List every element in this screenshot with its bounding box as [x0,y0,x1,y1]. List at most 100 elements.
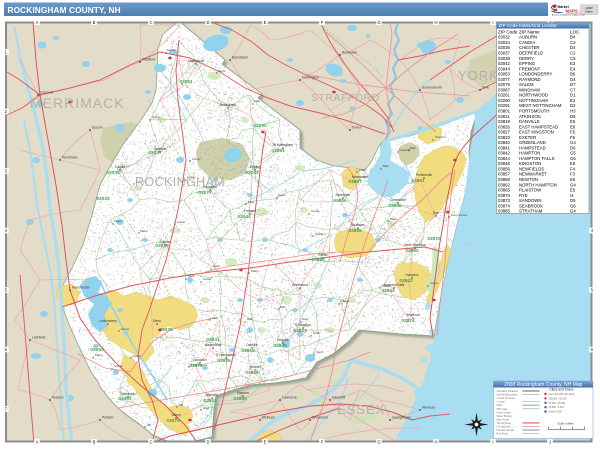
svg-text:ROCKINGHAM: ROCKINGHAM [135,175,225,189]
svg-text:E5: E5 [570,119,576,124]
svg-text:50,000 - 25,000: 50,000 - 25,000 [549,402,566,405]
svg-text:Urban Areas: Urban Areas [497,410,512,414]
svg-text:03865: 03865 [498,188,511,193]
svg-text:03290: 03290 [498,98,511,103]
svg-text:Nottingham: Nottingham [220,103,237,107]
svg-text:03042: 03042 [245,170,259,176]
svg-text:C: C [149,20,152,25]
svg-text:Portsmouth: Portsmouth [416,173,433,177]
svg-text:G5: G5 [570,156,576,161]
svg-text:WEST NOTTINGHAM: WEST NOTTINGHAM [519,103,562,108]
svg-text:03079: 03079 [498,82,511,87]
svg-text:Rochester: Rochester [342,51,358,55]
svg-text:A: A [36,20,39,25]
svg-text:US Highway: US Highway [497,425,512,429]
svg-text:03034: 03034 [106,170,120,176]
svg-text:South: South [316,350,324,354]
svg-text:Newton: Newton [250,365,261,369]
svg-text:Corner: Corner [152,115,161,119]
svg-text:E6: E6 [570,188,576,193]
svg-text:03856: 03856 [498,166,511,171]
svg-text:03858: 03858 [498,177,511,182]
svg-text:Windham: Windham [121,392,135,396]
svg-text:DANVILLE: DANVILLE [519,119,540,124]
svg-text:Epsom: Epsom [92,126,103,130]
svg-text:A: A [36,439,39,444]
svg-text:Hudson: Hudson [52,396,64,400]
svg-text:Stratham: Stratham [352,223,365,227]
svg-text:E Hampstead: E Hampstead [216,353,236,357]
svg-text:Rail Road: Rail Road [497,432,509,436]
svg-text:ESSEX: ESSEX [337,402,385,417]
svg-text:03862: 03862 [405,248,419,254]
svg-text:03819: 03819 [498,119,511,124]
svg-text:CHESTER: CHESTER [519,45,540,50]
svg-text:G6: G6 [570,203,576,208]
svg-text:Hill: Hill [179,403,183,407]
svg-text:D: D [206,20,209,25]
svg-text:03865: 03865 [233,396,247,402]
svg-text:EAST HAMPSTEAD: EAST HAMPSTEAD [519,124,558,129]
svg-text:ZIP Code Index/Grid Locator: ZIP Code Index/Grid Locator [499,23,558,28]
svg-text:Center: Center [203,277,211,281]
svg-text:03873: 03873 [189,363,203,369]
svg-text:F5: F5 [570,135,576,140]
svg-text:C2: C2 [570,51,576,56]
svg-text:Pembroke: Pembroke [62,156,78,160]
svg-text:EPPING: EPPING [519,61,536,66]
svg-text:C7: C7 [570,87,576,92]
svg-text:Corner: Corner [114,364,123,368]
svg-text:Manchester: Manchester [72,286,91,290]
svg-text:I4: I4 [570,193,574,198]
svg-text:B4: B4 [570,35,576,40]
svg-text:Falls: Falls [212,316,219,320]
svg-text:NOTTINGHAM: NOTTINGHAM [519,98,548,103]
svg-text:E6: E6 [570,177,576,182]
svg-text:B: B [93,20,96,25]
svg-text:03037: 03037 [498,51,511,56]
svg-text:Plains: Plains [251,269,259,273]
svg-text:Groveland: Groveland [312,416,328,420]
svg-text:Four Corners: Four Corners [451,213,468,217]
svg-text:GREENLAND: GREENLAND [519,140,546,145]
svg-text:E Kingston: E Kingston [295,323,311,327]
svg-text:03042: 03042 [498,61,511,66]
svg-text:Misc Areas: Misc Areas [497,417,510,421]
svg-text:03053: 03053 [498,72,511,77]
svg-text:E4: E4 [570,66,576,71]
svg-text:Scale in Miles: Scale in Miles [558,422,575,426]
svg-text:MCD: MCD [497,403,503,407]
svg-text:Brentwood: Brentwood [292,283,307,287]
svg-text:25,000 - 5,000: 25,000 - 5,000 [549,406,565,409]
svg-text:Depot: Depot [218,69,226,73]
svg-text:Center: Center [121,327,129,331]
svg-text:03858: 03858 [245,370,259,376]
svg-text:NEWTON: NEWTON [519,177,538,182]
svg-text:G4: G4 [570,140,576,145]
svg-text:03856: 03856 [333,198,347,204]
svg-text:Newbury: Newbury [422,406,436,410]
svg-text:G4: G4 [570,209,576,214]
svg-text:Plains: Plains [95,353,103,357]
svg-text:Junction: Junction [315,232,326,236]
svg-text:03840: 03840 [388,203,402,209]
svg-text:03848: 03848 [273,343,287,349]
svg-text:03077: 03077 [198,190,212,196]
svg-text:PORTSMOUTH: PORTSMOUTH [519,109,549,114]
svg-text:Farmington: Farmington [302,76,319,80]
svg-text:Rye: Rye [433,211,439,215]
svg-text:Salem: Salem [171,413,180,417]
svg-text:03037: 03037 [148,150,162,156]
svg-text:Dover: Dover [352,126,362,130]
svg-text:Female Hamlet: Female Hamlet [497,428,515,432]
svg-text:SALEM: SALEM [519,82,534,87]
svg-text:North: North [313,331,320,335]
svg-text:AUBURN: AUBURN [519,35,537,40]
svg-text:Cities and Towns: Cities and Towns [550,388,574,392]
svg-text:03857: 03857 [348,179,362,185]
svg-text:E: E [264,20,267,25]
svg-text:Barnstead: Barnstead [232,56,248,60]
svg-text:03291: 03291 [271,148,285,154]
svg-text:D: D [206,439,209,444]
svg-text:Litchfield: Litchfield [32,336,45,340]
